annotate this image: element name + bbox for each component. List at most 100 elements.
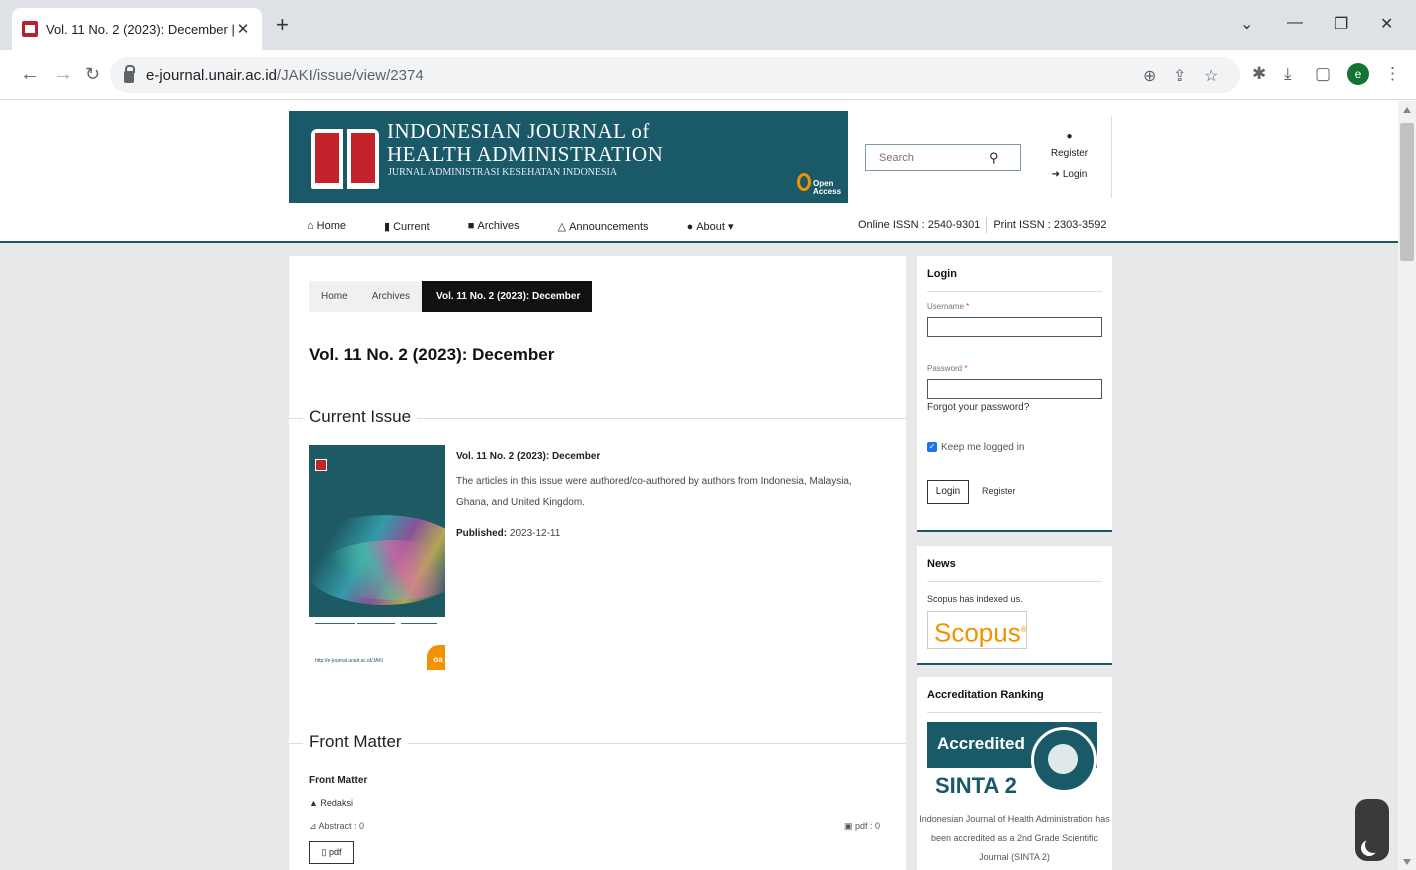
cover-url: http://e-journal.unair.ac.id/JAKI (315, 658, 384, 664)
scroll-down-arrow-icon[interactable] (1403, 859, 1411, 865)
download-count-icon: ▣ (844, 821, 856, 831)
pdf-galley-button[interactable]: ▯ pdf (309, 841, 354, 864)
restore-button[interactable]: ❐ (1334, 14, 1348, 34)
nav-current-label: Current (393, 220, 430, 233)
password-field[interactable] (927, 379, 1102, 399)
journal-favicon-icon (22, 21, 38, 37)
search-input[interactable] (879, 151, 989, 164)
nav-current[interactable]: ▮ Current (384, 220, 430, 233)
issue-published: Published: 2023-12-11 (456, 528, 560, 539)
forgot-password-link[interactable]: Forgot your password? (927, 402, 1029, 413)
info-icon: ● (686, 220, 694, 233)
nav-about[interactable]: ● About ▾ (687, 220, 734, 233)
sinta-badge[interactable]: Accredited SINTA 2 (927, 722, 1097, 804)
scroll-thumb[interactable] (1400, 123, 1414, 261)
accreditation-block-title: Accreditation Ranking (927, 689, 1044, 701)
share-icon[interactable]: ⇪ (1173, 66, 1186, 86)
online-issn: Online ISSN : 2540-9301 (858, 218, 981, 231)
user-menu: ● Register ➜ Login (1028, 116, 1112, 198)
zoom-icon[interactable]: ⊕ (1143, 66, 1156, 86)
download-icon[interactable]: ⤓ (1284, 64, 1292, 84)
new-tab-button[interactable]: + (276, 14, 289, 36)
lock-icon (124, 65, 135, 83)
user-icon: ● (1066, 131, 1073, 142)
search-icon[interactable]: ⚲ (989, 150, 999, 166)
username-field[interactable] (927, 317, 1102, 337)
search-field[interactable]: ⚲ (865, 144, 1021, 171)
published-date: 2023-12-11 (509, 528, 561, 539)
pdf-count-label: pdf : 0 (855, 821, 881, 831)
page-title: Vol. 11 No. 2 (2023): December (309, 345, 555, 364)
extensions-icon[interactable]: ✱ (1252, 64, 1266, 84)
garuda-emblem-icon (1031, 727, 1097, 793)
journal-banner[interactable]: INDONESIAN JOURNAL of HEALTH ADMINISTRAT… (289, 111, 848, 203)
register-link[interactable]: Register (1028, 148, 1111, 159)
accreditation-description: Indonesian Journal of Health Administrat… (919, 814, 1110, 862)
scopus-logo[interactable]: Scopus® (927, 611, 1027, 649)
archive-icon: ■ (467, 220, 475, 232)
issue-description: The articles in this issue were authored… (456, 476, 852, 508)
issue-title-link[interactable]: Vol. 11 No. 2 (2023): December (456, 451, 600, 462)
side-panel-icon[interactable]: ▢ (1315, 64, 1331, 84)
current-issue-heading: Current Issue (289, 407, 906, 429)
breadcrumb-home[interactable]: Home (309, 281, 360, 312)
login-button[interactable]: Login (927, 480, 969, 504)
forward-arrow-icon[interactable]: → (53, 63, 73, 85)
scopus-logo-text: Scopus (934, 617, 1021, 648)
book-icon: ▮ (384, 220, 391, 233)
home-icon: ⌂ (307, 220, 314, 232)
keep-logged-in-checkbox[interactable]: ✓ (927, 442, 937, 452)
issue-cover-image[interactable]: http://e-journal.unair.ac.id/JAKI oa (309, 445, 445, 670)
nav-archives-label: Archives (477, 220, 520, 232)
browser-tab[interactable]: Vol. 11 No. 2 (2023): December | ✕ (12, 8, 262, 50)
password-label: Password * (927, 364, 967, 373)
close-window-button[interactable]: ✕ (1380, 14, 1393, 34)
close-tab-icon[interactable]: ✕ (234, 20, 252, 38)
minimize-button[interactable]: — (1287, 14, 1303, 32)
username-label: Username * (927, 302, 969, 311)
open-access-icon (797, 173, 811, 191)
profile-avatar[interactable]: e (1347, 63, 1369, 85)
sinta-grade-text: SINTA 2 (935, 773, 1017, 798)
bell-icon: △ (557, 220, 567, 233)
chevron-down-icon: ▾ (728, 220, 734, 233)
tab-title: Vol. 11 No. 2 (2023): December | (46, 21, 234, 37)
login-arrow-icon: ➜ (1051, 169, 1063, 180)
banner-subtitle: JURNAL ADMINISTRASI KESEHATAN INDONESIA (388, 167, 618, 178)
sidebar-register-link[interactable]: Register (982, 486, 1016, 496)
keep-logged-in-label: Keep me logged in (941, 442, 1025, 453)
nav-announcements-label: Announcements (569, 220, 649, 233)
login-block: Login Username * Password * Forgot your … (917, 256, 1112, 532)
nav-home-label: Home (316, 220, 346, 232)
bookmark-star-icon[interactable]: ☆ (1204, 66, 1218, 86)
login-link-label: Login (1062, 169, 1088, 180)
nav-archives[interactable]: ■ Archives (468, 220, 520, 232)
pdf-count: ▣ pdf : 0 (844, 821, 880, 832)
breadcrumb-current: Vol. 11 No. 2 (2023): December (422, 281, 593, 312)
chart-icon: ⊿ (309, 821, 319, 831)
front-matter-item-label: Redaksi (320, 798, 353, 808)
dark-mode-toggle[interactable] (1355, 799, 1389, 861)
news-block-title: News (927, 558, 956, 570)
front-matter-item[interactable]: ▲ Redaksi (309, 798, 353, 808)
vertical-scrollbar[interactable] (1398, 101, 1416, 870)
news-text: Scopus has indexed us. (927, 594, 1023, 604)
login-block-title: Login (927, 268, 957, 280)
login-link[interactable]: ➜ Login (1028, 169, 1111, 180)
browser-toolbar: ← → ↻ e-journal.unair.ac.id/JAKI/issue/v… (0, 50, 1416, 100)
password-label-text: Password (927, 364, 963, 373)
url-path: /JAKI/issue/view/2374 (276, 66, 424, 84)
users-icon: ▲ (309, 798, 321, 808)
issn-info: Online ISSN : 2540-9301 Print ISSN : 2303… (858, 217, 1106, 233)
menu-kebab-icon[interactable]: ⋮ (1384, 64, 1401, 84)
abstract-count-label: Abstract : 0 (318, 821, 365, 831)
scroll-up-arrow-icon[interactable] (1403, 107, 1411, 113)
tab-search-icon[interactable]: ⌄ (1240, 14, 1253, 34)
nav-announcements[interactable]: △ Announcements (558, 220, 649, 233)
breadcrumb-archives[interactable]: Archives (359, 281, 423, 312)
address-bar[interactable]: e-journal.unair.ac.id/JAKI/issue/view/23… (110, 57, 1240, 93)
reload-icon[interactable]: ↻ (85, 63, 100, 85)
username-required-mark: * (966, 302, 970, 311)
nav-home[interactable]: ⌂ Home (307, 220, 346, 232)
back-arrow-icon[interactable]: ← (20, 63, 40, 85)
